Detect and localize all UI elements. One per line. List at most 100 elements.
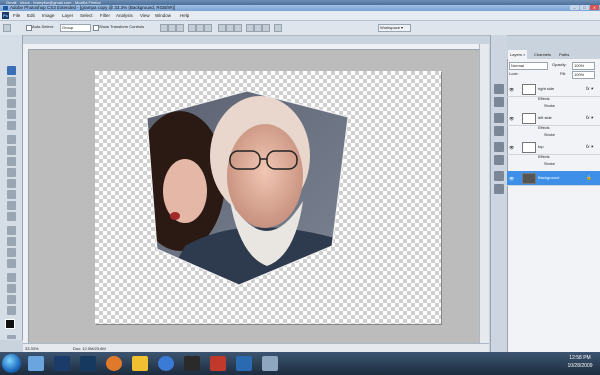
align-vcenter-icon[interactable] (168, 24, 176, 32)
character-panel-icon[interactable] (494, 171, 504, 181)
app-taskbar-icon[interactable] (184, 356, 200, 371)
app-taskbar-icon[interactable] (210, 356, 226, 371)
blur-tool-icon[interactable] (7, 201, 16, 210)
magic-wand-tool-icon[interactable] (7, 99, 16, 108)
distribute-hcenter-icon[interactable] (254, 24, 262, 32)
distribute-bottom-icon[interactable] (234, 24, 242, 32)
photoshop-taskbar-icon[interactable] (54, 356, 70, 371)
eye-icon[interactable]: 👁 (509, 116, 514, 121)
shape-tool-icon[interactable] (7, 259, 16, 268)
styles-panel-icon[interactable] (494, 126, 504, 136)
system-clock[interactable]: 12:58 PM 10/28/2009 (562, 354, 598, 374)
after-effects-taskbar-icon[interactable] (80, 356, 96, 371)
workspace-button[interactable]: Workspace ▾ (378, 24, 411, 32)
hand-tool-icon[interactable] (7, 295, 16, 304)
app-taskbar-icon[interactable] (262, 356, 278, 371)
history-panel-icon[interactable] (494, 142, 504, 152)
paragraph-panel-icon[interactable] (494, 184, 504, 194)
pen-tool-icon[interactable] (7, 226, 16, 235)
app-taskbar-icon[interactable] (236, 356, 252, 371)
stroke-row[interactable]: Stroke (507, 132, 600, 139)
stroke-row[interactable]: Stroke (507, 103, 600, 110)
distribute-right-icon[interactable] (262, 24, 270, 32)
dodge-tool-icon[interactable] (7, 212, 16, 221)
path-selection-tool-icon[interactable] (7, 248, 16, 257)
menu-help[interactable]: Help (180, 11, 189, 20)
navigator-panel-icon[interactable] (494, 84, 504, 94)
eye-icon[interactable]: 👁 (509, 176, 514, 181)
maximize-button[interactable]: □ (580, 5, 589, 10)
fx-icon[interactable]: fx ▾ (586, 140, 593, 154)
stroke-label: Stroke (544, 104, 555, 108)
menu-file[interactable]: File (13, 11, 20, 20)
auto-align-icon[interactable] (274, 24, 282, 32)
move-tool-icon[interactable] (7, 66, 16, 75)
crop-tool-icon[interactable] (7, 110, 16, 119)
image-canvas[interactable] (95, 71, 441, 324)
fill-field[interactable]: 100% (572, 71, 595, 79)
blend-mode-select[interactable]: Normal (509, 62, 548, 70)
history-brush-tool-icon[interactable] (7, 168, 16, 177)
layer-row[interactable]: 👁 right side fx ▾ (507, 82, 600, 97)
foreground-color-swatch[interactable] (5, 319, 15, 329)
clone-stamp-tool-icon[interactable] (7, 157, 16, 166)
effects-row[interactable]: Effects (507, 154, 600, 161)
align-bottom-icon[interactable] (176, 24, 184, 32)
layer-row[interactable]: 👁 top fx ▾ (507, 140, 600, 155)
eye-icon[interactable]: 👁 (509, 145, 514, 150)
tab-paths[interactable]: Paths (557, 50, 571, 59)
swatches-panel-icon[interactable] (494, 113, 504, 123)
media-player-taskbar-icon[interactable] (158, 356, 174, 371)
fx-icon[interactable]: fx ▾ (586, 111, 593, 125)
distribute-top-icon[interactable] (218, 24, 226, 32)
menu-edit[interactable]: Edit (27, 11, 35, 20)
type-tool-icon[interactable] (7, 237, 16, 246)
zoom-tool-icon[interactable] (7, 306, 16, 315)
vertical-scrollbar[interactable] (479, 44, 489, 343)
menu-image[interactable]: Image (42, 11, 55, 20)
minimize-button[interactable]: – (570, 5, 579, 10)
menu-analysis[interactable]: Analysis (116, 11, 133, 20)
menu-view[interactable]: View (140, 11, 150, 20)
menu-select[interactable]: Select (80, 11, 93, 20)
stroke-label: Stroke (544, 133, 555, 137)
align-top-icon[interactable] (160, 24, 168, 32)
effects-row[interactable]: Effects (507, 96, 600, 103)
distribute-left-icon[interactable] (246, 24, 254, 32)
fx-icon[interactable]: fx ▾ (586, 82, 593, 96)
move-tool-preset-icon[interactable] (3, 24, 11, 32)
explorer-taskbar-icon[interactable] (132, 356, 148, 371)
histogram-panel-icon[interactable] (494, 97, 504, 107)
actions-panel-icon[interactable] (494, 155, 504, 165)
menu-filter[interactable]: Filter (100, 11, 110, 20)
lasso-tool-icon[interactable] (7, 88, 16, 97)
menu-window[interactable]: Window (155, 11, 171, 20)
start-button[interactable] (2, 354, 21, 373)
align-hcenter-icon[interactable] (196, 24, 204, 32)
notes-tool-icon[interactable] (7, 273, 16, 282)
quick-mask-icon[interactable] (7, 335, 16, 339)
layer-row-selected[interactable]: 👁 Background 🔒 (507, 171, 600, 186)
eraser-tool-icon[interactable] (7, 179, 16, 188)
distribute-vcenter-icon[interactable] (226, 24, 234, 32)
marquee-tool-icon[interactable] (7, 77, 16, 86)
effects-row[interactable]: Effects (507, 125, 600, 132)
firefox-taskbar-icon[interactable] (106, 356, 122, 371)
gradient-tool-icon[interactable] (7, 190, 16, 199)
tab-layers[interactable]: Layers × (508, 50, 528, 59)
show-desktop-icon[interactable] (28, 356, 44, 371)
eyedropper-tool-icon[interactable] (7, 284, 16, 293)
brush-tool-icon[interactable] (7, 146, 16, 155)
close-button[interactable]: X (590, 5, 599, 10)
tab-channels[interactable]: Channels (532, 50, 553, 59)
healing-brush-tool-icon[interactable] (7, 135, 16, 144)
stroke-row[interactable]: Stroke (507, 161, 600, 168)
align-right-icon[interactable] (204, 24, 212, 32)
opacity-field[interactable]: 100% (572, 62, 595, 70)
menu-layer[interactable]: Layer (62, 11, 73, 20)
group-select[interactable]: Group (60, 24, 91, 32)
align-left-icon[interactable] (188, 24, 196, 32)
eye-icon[interactable]: 👁 (509, 87, 514, 92)
slice-tool-icon[interactable] (7, 121, 16, 130)
layer-row[interactable]: 👁 left side fx ▾ (507, 111, 600, 126)
